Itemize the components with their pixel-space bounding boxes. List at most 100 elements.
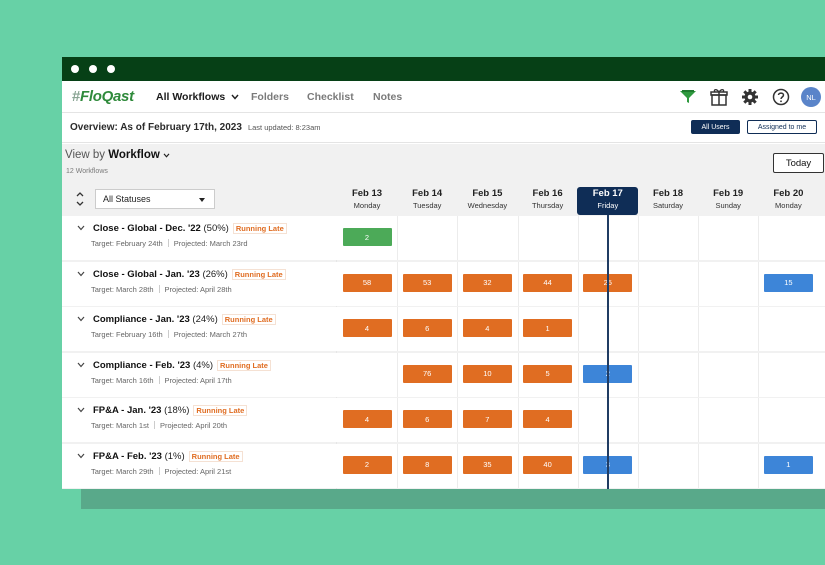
column-divider <box>457 216 459 260</box>
column-divider <box>698 261 700 306</box>
status-badge: Running Late <box>231 268 286 280</box>
workflow-dates: Target: March 1st Projected: April 20th <box>91 421 228 430</box>
workflow-name[interactable]: Compliance - Jan. '23 (24%) Running Late <box>93 314 276 325</box>
workflow-dates: Target: March 16th Projected: April 17th <box>91 375 232 385</box>
task-count-block[interactable]: 10 <box>462 364 512 383</box>
day-weekday: Saturday <box>652 201 684 210</box>
chevron-down-icon[interactable] <box>77 270 85 278</box>
app-window: #FloQast All Workflows Folders Checklist… <box>62 57 825 489</box>
day-date: Feb 19 <box>713 188 744 199</box>
window-shadow <box>81 489 825 509</box>
last-updated: Last updated: 8:23am <box>247 123 321 132</box>
task-count-block[interactable]: 7 <box>462 410 512 428</box>
chevron-down-icon[interactable] <box>77 361 85 369</box>
chevron-down-icon[interactable] <box>77 315 85 323</box>
window-dot[interactable] <box>107 65 115 73</box>
row-label: Close - Global - Dec. '22 (50%) Running L… <box>62 216 337 260</box>
workflow-dates: Target: February 16th Projected: March 27… <box>91 330 248 339</box>
day-header: Feb 13 Monday <box>337 187 397 215</box>
table-row: Compliance - Feb. '23 (4%) Running Late Ta… <box>62 352 825 397</box>
day-header: Feb 15 Wednesday <box>457 187 517 215</box>
task-count-block[interactable]: 4 <box>462 319 512 337</box>
task-count-block[interactable]: 6 <box>402 410 452 428</box>
column-divider <box>517 443 519 488</box>
task-count-block[interactable]: 2 <box>342 228 392 246</box>
column-divider <box>517 398 519 442</box>
task-count-block[interactable]: 15 <box>763 273 813 292</box>
column-divider <box>457 261 459 306</box>
task-count-block[interactable]: 58 <box>342 273 392 292</box>
nav-all-workflows[interactable]: All Workflows <box>156 91 239 103</box>
divider <box>158 284 160 293</box>
column-divider <box>758 216 760 260</box>
task-count-block[interactable]: 4 <box>342 410 392 428</box>
gift-icon[interactable] <box>708 86 730 108</box>
task-count-block[interactable]: 35 <box>462 455 512 474</box>
day-weekday: Wednesday <box>467 201 508 210</box>
column-divider <box>638 216 639 260</box>
nav-notes[interactable]: Notes <box>373 91 402 103</box>
column-divider <box>577 443 579 488</box>
task-count-block[interactable]: 76 <box>402 364 452 383</box>
column-divider <box>577 398 579 442</box>
column-divider <box>517 307 519 351</box>
row-label: Compliance - Jan. '23 (24%) Running Late T… <box>62 307 337 351</box>
column-divider <box>457 398 459 442</box>
workflow-name[interactable]: FP&A - Feb. '23 (1%) Running Late <box>93 450 243 462</box>
task-count-block[interactable]: 4 <box>342 319 392 337</box>
divider <box>153 421 155 429</box>
column-divider <box>638 261 639 306</box>
task-count-block[interactable]: 44 <box>523 273 573 292</box>
assigned-to-me-button[interactable]: Assigned to me <box>747 120 817 134</box>
filter-icon[interactable] <box>677 86 699 108</box>
task-count-block[interactable]: 40 <box>523 455 573 474</box>
task-count-block[interactable]: 5 <box>523 364 573 383</box>
help-icon[interactable] <box>770 86 792 108</box>
workflow-name[interactable]: FP&A - Jan. '23 (18%) Running Late <box>93 405 248 416</box>
column-divider <box>638 352 639 397</box>
window-dot[interactable] <box>89 65 97 73</box>
floqast-logo[interactable]: #FloQast <box>72 88 134 105</box>
nav-checklist[interactable]: Checklist <box>307 91 354 103</box>
day-weekday: Friday <box>597 201 619 210</box>
column-divider <box>638 307 639 351</box>
column-divider <box>758 307 760 351</box>
task-count-block[interactable]: 1 <box>763 455 813 474</box>
workflow-name[interactable]: Compliance - Feb. '23 (4%) Running Late <box>93 359 271 371</box>
divider <box>158 375 160 384</box>
chevron-down-icon <box>231 94 239 100</box>
task-count-block[interactable]: 2 <box>342 455 392 474</box>
task-count-block[interactable]: 4 <box>523 410 573 428</box>
chevron-down-icon[interactable] <box>77 452 85 460</box>
window-dot[interactable] <box>71 65 79 73</box>
task-count-block[interactable]: 8 <box>402 455 452 474</box>
workflow-name[interactable]: Close - Global - Dec. '22 (50%) Running L… <box>93 223 287 234</box>
status-filter-select[interactable]: All Statuses <box>95 189 215 209</box>
day-date: Feb 14 <box>412 188 443 199</box>
nav-folders[interactable]: Folders <box>251 91 289 103</box>
task-count-block[interactable]: 32 <box>462 273 512 292</box>
task-count-block[interactable]: 1 <box>523 319 573 337</box>
gear-icon[interactable] <box>739 86 761 108</box>
nav-actions: NL <box>668 86 821 108</box>
chevron-down-icon[interactable] <box>77 406 85 414</box>
status-badge: Running Late <box>221 314 276 325</box>
overview-title: Overview: As of February 17th, 2023 <box>70 122 242 133</box>
column-divider <box>698 307 700 351</box>
divider <box>167 239 169 247</box>
today-button[interactable]: Today <box>773 153 824 173</box>
column-divider <box>457 307 459 351</box>
table-row: Close - Global - Dec. '22 (50%) Running L… <box>62 216 825 260</box>
task-count-block[interactable]: 53 <box>402 273 452 292</box>
user-avatar[interactable]: NL <box>801 87 821 107</box>
all-users-button[interactable]: All Users <box>691 120 740 134</box>
sort-icon[interactable] <box>75 190 85 208</box>
workflow-dates: Target: March 29th Projected: April 21st <box>91 466 232 476</box>
view-by-selector[interactable]: View by Workflow <box>65 149 170 161</box>
column-divider <box>758 352 760 397</box>
workflow-name[interactable]: Close - Global - Jan. '23 (26%) Running L… <box>93 268 286 280</box>
chevron-down-icon[interactable] <box>77 224 85 232</box>
status-badge: Running Late <box>217 359 271 371</box>
column-divider <box>698 398 700 442</box>
task-count-block[interactable]: 6 <box>402 319 452 337</box>
